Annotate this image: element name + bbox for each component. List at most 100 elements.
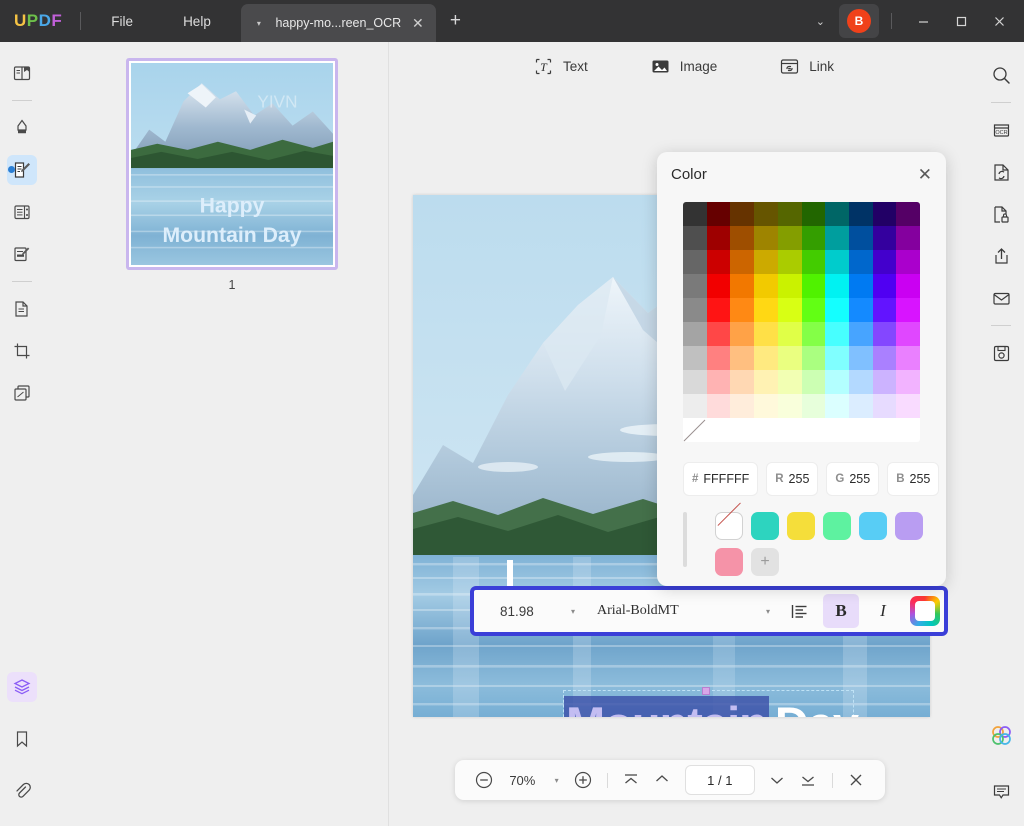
font-family-selector[interactable]: Arial-BoldMT ▾ — [583, 603, 778, 619]
palette-cell-8-3[interactable] — [754, 394, 778, 418]
palette-cell-7-5[interactable] — [801, 370, 826, 394]
palette-cell-4-1[interactable] — [706, 298, 731, 322]
palette-cell-8-6[interactable] — [825, 394, 849, 418]
palette-cell-5-8[interactable] — [872, 322, 897, 346]
zoom-in-button[interactable] — [569, 765, 598, 795]
sidebar-item-comment[interactable] — [7, 113, 37, 143]
palette-cell-6-8[interactable] — [872, 346, 897, 370]
pink-swatch[interactable] — [715, 548, 743, 576]
sky-swatch[interactable] — [859, 512, 887, 540]
color-panel-close-icon[interactable]: ✕ — [918, 166, 932, 183]
palette-cell-5-0[interactable] — [683, 322, 707, 346]
palette-cell-2-4[interactable] — [777, 250, 802, 274]
palette-cell-6-2[interactable] — [730, 346, 755, 370]
green-swatch[interactable] — [823, 512, 851, 540]
palette-cell-2-9[interactable] — [896, 250, 920, 274]
palette-cell-9-4[interactable] — [777, 418, 802, 442]
palette-cell-4-0[interactable] — [683, 298, 707, 322]
palette-cell-5-3[interactable] — [754, 322, 778, 346]
palette-cell-8-7[interactable] — [848, 394, 873, 418]
tool-ai-assistant[interactable] — [986, 720, 1016, 750]
page-indicator[interactable]: 1 / 1 — [684, 765, 755, 795]
minimize-button[interactable] — [904, 0, 942, 42]
palette-cell-1-9[interactable] — [896, 226, 920, 250]
palette-cell-2-5[interactable] — [801, 250, 826, 274]
current-color-preview[interactable] — [683, 512, 687, 567]
italic-button[interactable]: I — [865, 594, 901, 628]
resize-handle-top[interactable] — [702, 687, 710, 695]
page-thumbnail-1[interactable]: YIVN Happy Mountain Day — [126, 58, 338, 270]
palette-cell-0-8[interactable] — [872, 202, 897, 226]
sidebar-item-reader[interactable] — [7, 58, 37, 88]
sidebar-item-fill-sign[interactable] — [7, 239, 37, 269]
palette-cell-0-3[interactable] — [754, 202, 778, 226]
yellow-swatch[interactable] — [787, 512, 815, 540]
palette-cell-6-6[interactable] — [825, 346, 849, 370]
lavender-swatch[interactable] — [895, 512, 923, 540]
palette-cell-1-7[interactable] — [848, 226, 873, 250]
sidebar-item-layers[interactable] — [7, 672, 37, 702]
palette-cell-7-4[interactable] — [777, 370, 802, 394]
palette-cell-8-4[interactable] — [777, 394, 802, 418]
palette-cell-2-0[interactable] — [683, 250, 707, 274]
palette-cell-7-8[interactable] — [872, 370, 897, 394]
add-text-tool[interactable]: T Text — [527, 52, 594, 81]
palette-cell-3-7[interactable] — [848, 274, 873, 298]
text-color-button[interactable] — [910, 596, 940, 626]
palette-cell-1-5[interactable] — [801, 226, 826, 250]
palette-cell-3-0[interactable] — [683, 274, 707, 298]
color-palette-grid[interactable] — [683, 202, 920, 442]
palette-cell-8-9[interactable] — [896, 394, 920, 418]
palette-cell-8-1[interactable] — [706, 394, 731, 418]
palette-cell-3-9[interactable] — [896, 274, 920, 298]
font-family-caret-icon[interactable]: ▾ — [766, 607, 770, 616]
palette-cell-1-8[interactable] — [872, 226, 897, 250]
palette-cell-3-8[interactable] — [872, 274, 897, 298]
tool-convert[interactable] — [986, 157, 1016, 187]
tool-comments[interactable] — [986, 776, 1016, 806]
new-tab-button[interactable]: + — [450, 10, 461, 32]
palette-cell-5-7[interactable] — [848, 322, 873, 346]
font-size-selector[interactable]: 81.98 ▾ — [478, 604, 583, 619]
palette-cell-4-8[interactable] — [872, 298, 897, 322]
red-field[interactable]: R 255 — [766, 462, 819, 496]
green-field[interactable]: G 255 — [826, 462, 880, 496]
no-color-swatch[interactable] — [715, 512, 743, 540]
zoom-caret-icon[interactable]: ▾ — [547, 776, 567, 785]
add-swatch[interactable]: + — [751, 548, 779, 576]
sidebar-item-organize-pages[interactable] — [7, 197, 37, 227]
palette-cell-1-3[interactable] — [754, 226, 778, 250]
palette-cell-5-6[interactable] — [825, 322, 849, 346]
text-selection-box[interactable]: Mountain Day — [563, 687, 859, 717]
palette-cell-5-2[interactable] — [730, 322, 755, 346]
palette-cell-3-1[interactable] — [706, 274, 731, 298]
palette-cell-0-5[interactable] — [801, 202, 826, 226]
palette-cell-8-2[interactable] — [730, 394, 755, 418]
palette-cell-2-1[interactable] — [706, 250, 731, 274]
tab-dropdown-icon[interactable]: ▾ — [249, 19, 269, 28]
palette-cell-8-5[interactable] — [801, 394, 826, 418]
chevron-down-icon[interactable]: ⌄ — [802, 15, 839, 28]
close-navbar-button[interactable] — [842, 765, 871, 795]
blue-field[interactable]: B 255 — [887, 462, 940, 496]
palette-cell-3-2[interactable] — [730, 274, 755, 298]
palette-cell-7-6[interactable] — [825, 370, 849, 394]
tool-email[interactable] — [986, 283, 1016, 313]
palette-cell-3-3[interactable] — [754, 274, 778, 298]
palette-cell-7-0[interactable] — [683, 370, 707, 394]
palette-cell-1-1[interactable] — [706, 226, 731, 250]
palette-cell-5-4[interactable] — [777, 322, 802, 346]
palette-cell-6-3[interactable] — [754, 346, 778, 370]
palette-cell-9-2[interactable] — [730, 418, 755, 442]
palette-cell-0-2[interactable] — [730, 202, 755, 226]
sidebar-item-bookmark[interactable] — [7, 724, 37, 754]
palette-cell-9-9[interactable] — [896, 418, 920, 442]
font-size-caret-icon[interactable]: ▾ — [571, 607, 575, 616]
palette-cell-2-6[interactable] — [825, 250, 849, 274]
tool-protect[interactable] — [986, 199, 1016, 229]
palette-cell-0-6[interactable] — [825, 202, 849, 226]
palette-cell-3-5[interactable] — [801, 274, 826, 298]
zoom-level-value[interactable]: 70% — [500, 773, 545, 788]
account-button[interactable]: B — [839, 4, 879, 38]
add-image-tool[interactable]: Image — [644, 52, 724, 81]
